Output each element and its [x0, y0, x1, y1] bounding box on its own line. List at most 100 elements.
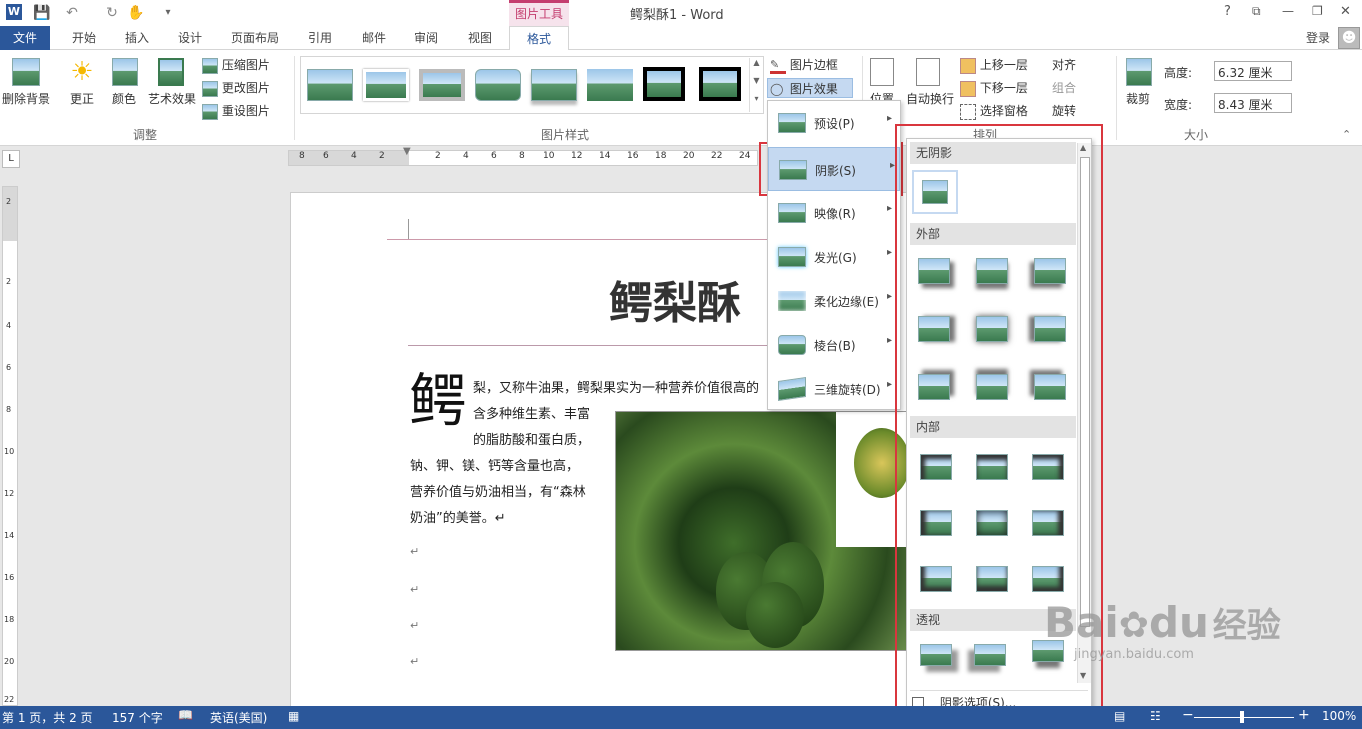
- paragraph-line-6[interactable]: 奶油”的美誉。↵: [410, 507, 506, 526]
- menu-item-reflection[interactable]: 映像(R) ▸: [768, 191, 896, 235]
- redo-icon[interactable]: ↻: [102, 3, 122, 23]
- style-thumb-3[interactable]: [419, 69, 465, 101]
- picture-border-button[interactable]: ✎ 图片边框: [770, 56, 838, 74]
- soft-edges-icon: [778, 291, 806, 311]
- menu-item-bevel[interactable]: 棱台(B) ▸: [768, 323, 896, 367]
- ribbon-display-icon[interactable]: ⧉: [1252, 4, 1261, 19]
- language[interactable]: 英语(美国): [210, 709, 267, 726]
- menu-item-preset[interactable]: 预设(P) ▸: [768, 101, 896, 145]
- tab-design[interactable]: 设计: [168, 26, 212, 50]
- tab-view[interactable]: 视图: [458, 26, 502, 50]
- remove-background-icon[interactable]: [12, 58, 40, 86]
- collapse-ribbon-icon[interactable]: ⌃: [1342, 128, 1351, 141]
- paragraph-line-2[interactable]: 含多种维生素、丰富: [473, 403, 590, 422]
- tab-references[interactable]: 引用: [298, 26, 342, 50]
- avatar[interactable]: ☻: [1338, 27, 1360, 49]
- bring-forward-button[interactable]: 上移一层: [960, 56, 1028, 74]
- web-layout-icon[interactable]: ☷: [1150, 709, 1161, 723]
- contextual-tab-group: 图片工具: [509, 0, 569, 26]
- tab-review[interactable]: 审阅: [404, 26, 448, 50]
- change-picture-button[interactable]: 更改图片: [202, 79, 270, 97]
- tab-insert[interactable]: 插入: [114, 26, 160, 50]
- picture-effects-button[interactable]: ◯ 图片效果: [767, 78, 853, 98]
- close-icon[interactable]: ✕: [1340, 4, 1351, 19]
- customize-qat-icon[interactable]: ▾: [158, 3, 178, 23]
- gallery-scroll-up[interactable]: ▲: [749, 58, 763, 76]
- vertical-ruler[interactable]: 2 2 4 6 8 10 12 14 16 18 20 22: [2, 186, 18, 706]
- group-button[interactable]: 组合: [1052, 79, 1076, 96]
- zoom-level[interactable]: 100%: [1322, 709, 1356, 723]
- width-input[interactable]: 8.43 厘米: [1214, 93, 1292, 113]
- reset-picture-button[interactable]: 重设图片: [202, 102, 270, 120]
- style-thumb-4[interactable]: [475, 69, 521, 101]
- tab-file[interactable]: 文件: [0, 26, 50, 50]
- menu-item-glow[interactable]: 发光(G) ▸: [768, 235, 896, 279]
- submenu-arrow-icon: ▸: [886, 203, 892, 214]
- height-input[interactable]: 6.32 厘米: [1214, 61, 1292, 81]
- undo-icon[interactable]: ↶: [62, 3, 82, 23]
- tab-layout[interactable]: 页面布局: [222, 26, 288, 50]
- proofing-icon[interactable]: 📖: [178, 708, 193, 722]
- color-icon[interactable]: [112, 58, 138, 86]
- menu-item-soft-edges[interactable]: 柔化边缘(E) ▸: [768, 279, 896, 323]
- paragraph-line-1[interactable]: 梨，又称牛油果，鳄梨果实为一种营养价值很高的: [473, 377, 759, 396]
- crop-button[interactable]: 裁剪: [1126, 90, 1150, 107]
- corrections-button[interactable]: 更正: [70, 90, 94, 107]
- page-count[interactable]: 第 1 页，共 2 页: [2, 709, 93, 726]
- word-count[interactable]: 157 个字: [112, 709, 163, 726]
- remove-background-button[interactable]: 删除背景: [2, 90, 50, 107]
- save-icon[interactable]: 💾: [32, 3, 52, 23]
- style-thumb-7[interactable]: [643, 67, 685, 101]
- word-logo-icon[interactable]: W: [6, 4, 22, 20]
- style-thumb-1[interactable]: [307, 69, 353, 101]
- dropcap[interactable]: 鳄: [409, 371, 467, 431]
- minimize-icon[interactable]: —: [1282, 4, 1294, 18]
- menu-item-3d-rotation[interactable]: 三维旋转(D) ▸: [768, 367, 896, 411]
- artistic-effects-icon[interactable]: [158, 58, 184, 86]
- touch-mode-icon[interactable]: ✋: [126, 3, 146, 23]
- help-icon[interactable]: ?: [1224, 4, 1231, 19]
- compress-pictures-button[interactable]: 压缩图片: [202, 56, 270, 74]
- picture-effects-label: 图片效果: [789, 82, 838, 96]
- artistic-effects-button[interactable]: 艺术效果: [148, 90, 196, 107]
- gallery-more[interactable]: ▾: [749, 94, 763, 112]
- wrap-text-icon[interactable]: [916, 58, 940, 86]
- style-thumb-6[interactable]: [587, 69, 633, 101]
- horizontal-ruler[interactable]: 8 6 4 2 2 4 6 8 10 12 14 16 18 20 22 24: [288, 150, 758, 166]
- avocado-image[interactable]: [615, 411, 912, 651]
- wrap-text-button[interactable]: 自动换行: [906, 90, 954, 107]
- zoom-thumb[interactable]: [1240, 711, 1244, 723]
- tab-mailings[interactable]: 邮件: [352, 26, 396, 50]
- print-layout-icon[interactable]: ▤: [1114, 709, 1125, 723]
- indent-marker[interactable]: ▼: [403, 146, 413, 172]
- vruler-tick: 6: [6, 363, 12, 372]
- zoom-out-icon[interactable]: −: [1182, 707, 1194, 723]
- send-backward-button[interactable]: 下移一层: [960, 79, 1028, 97]
- rotate-button[interactable]: 旋转: [1052, 102, 1076, 119]
- document-title[interactable]: 鳄梨酥: [609, 267, 741, 331]
- restore-icon[interactable]: ❐: [1312, 4, 1323, 18]
- vruler-tick: 10: [4, 447, 15, 456]
- sign-in-link[interactable]: 登录: [1306, 29, 1330, 46]
- tab-home[interactable]: 开始: [60, 26, 108, 50]
- menu-item-shadow[interactable]: 阴影(S) ▸: [768, 147, 900, 191]
- paragraph-line-5[interactable]: 营养价值与奶油相当，有“森林: [410, 481, 586, 500]
- style-thumb-5[interactable]: [531, 69, 577, 101]
- style-thumb-2[interactable]: [363, 69, 409, 101]
- macro-icon[interactable]: ▦: [288, 709, 299, 723]
- tab-format[interactable]: 格式: [509, 26, 569, 50]
- position-icon[interactable]: [870, 58, 894, 86]
- zoom-slider[interactable]: [1194, 711, 1294, 723]
- paragraph-line-3[interactable]: 的脂肪酸和蛋白质，: [473, 429, 590, 448]
- tab-selector[interactable]: L: [2, 150, 20, 168]
- color-button[interactable]: 颜色: [112, 90, 136, 107]
- gallery-scroll-down[interactable]: ▼: [749, 76, 763, 94]
- crop-icon[interactable]: [1126, 58, 1152, 86]
- corrections-icon[interactable]: ☀: [68, 58, 96, 86]
- zoom-in-icon[interactable]: +: [1298, 707, 1310, 723]
- style-thumb-8[interactable]: [699, 67, 741, 101]
- selection-pane-button[interactable]: 选择窗格: [960, 102, 1028, 120]
- bring-forward-label: 上移一层: [979, 58, 1028, 72]
- paragraph-line-4[interactable]: 钠、钾、镁、钙等含量也高，: [410, 455, 579, 474]
- align-button[interactable]: 对齐: [1052, 56, 1076, 73]
